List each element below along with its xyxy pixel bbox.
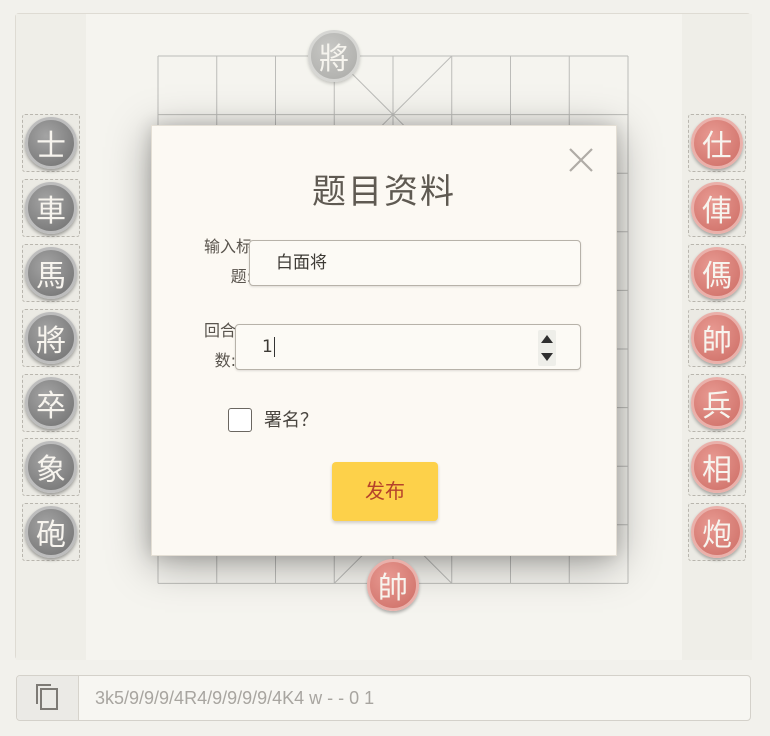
red-reserve-piece[interactable]: 仕 [691,117,743,169]
title-input[interactable]: 白面将 [249,240,581,286]
black-reserve-piece[interactable]: 砲 [25,506,77,558]
red-general-piece[interactable]: 帥 [367,559,419,611]
black-reserve-slot: 砲 [22,503,80,561]
red-reserve-slot: 帥 [688,309,746,367]
rounds-field-label: 回合数: [203,321,236,370]
red-reserve-piece[interactable]: 炮 [691,506,743,558]
increment-icon [541,335,553,343]
black-reserve-slot: 卒 [22,374,80,432]
piece-label: 傌 [702,259,732,294]
piece-label: 象 [36,453,66,488]
red-reserve-piece[interactable]: 帥 [691,312,743,364]
copy-icon [36,684,58,710]
piece-label: 砲 [36,518,66,553]
red-reserve-slot: 傌 [688,244,746,302]
piece-label: 將 [36,324,66,359]
decrement-icon [541,353,553,361]
title-field-label: 输入标题: [203,237,252,286]
rounds-stepper[interactable] [538,330,556,366]
publish-button[interactable]: 发布 [332,462,438,521]
close-icon[interactable] [566,145,596,175]
red-reserve-piece[interactable]: 俥 [691,182,743,234]
black-reserve-slot: 將 [22,309,80,367]
black-reserve-slot: 象 [22,438,80,496]
piece-label: 炮 [702,518,732,553]
piece-label: 俥 [702,194,732,229]
rounds-input[interactable]: 1 [235,324,581,370]
black-reserve-piece[interactable]: 象 [25,441,77,493]
piece-label: 士 [36,129,66,164]
dialog-title: 题目资料 [312,172,456,212]
fen-string[interactable]: 3k5/9/9/9/4R4/9/9/9/9/4K4 w - - 0 1 [95,676,374,720]
piece-label: 帥 [378,571,408,606]
red-reserve-piece[interactable]: 兵 [691,377,743,429]
red-reserve-slot: 炮 [688,503,746,561]
red-reserve-slot: 俥 [688,179,746,237]
piece-label: 仕 [702,129,732,164]
black-reserve-piece[interactable]: 馬 [25,247,77,299]
piece-label: 馬 [36,259,66,294]
piece-label: 相 [702,453,732,488]
black-reserve-piece[interactable]: 士 [25,117,77,169]
red-reserve-piece[interactable]: 傌 [691,247,743,299]
piece-label: 卒 [36,389,66,424]
red-reserve-slot: 相 [688,438,746,496]
black-reserve-piece[interactable]: 車 [25,182,77,234]
sign-label: 署名？ [264,410,318,431]
black-reserve-slot: 馬 [22,244,80,302]
piece-label: 兵 [702,389,732,424]
fen-bar: 3k5/9/9/9/4R4/9/9/9/9/4K4 w - - 0 1 [16,675,751,721]
black-reserve-slot: 士 [22,114,80,172]
puzzle-info-dialog: 题目资料 输入标题: 白面将 回合数: 1 署名？ 发布 [151,125,617,556]
black-reserve-piece[interactable]: 將 [25,312,77,364]
red-reserve-slot: 兵 [688,374,746,432]
red-reserve-slot: 仕 [688,114,746,172]
sign-checkbox[interactable] [228,408,252,432]
black-reserve-piece[interactable]: 卒 [25,377,77,429]
copy-button[interactable] [17,676,79,720]
black-reserve-slot: 車 [22,179,80,237]
piece-label: 帥 [702,324,732,359]
piece-label: 車 [36,194,66,229]
red-reserve-piece[interactable]: 相 [691,441,743,493]
